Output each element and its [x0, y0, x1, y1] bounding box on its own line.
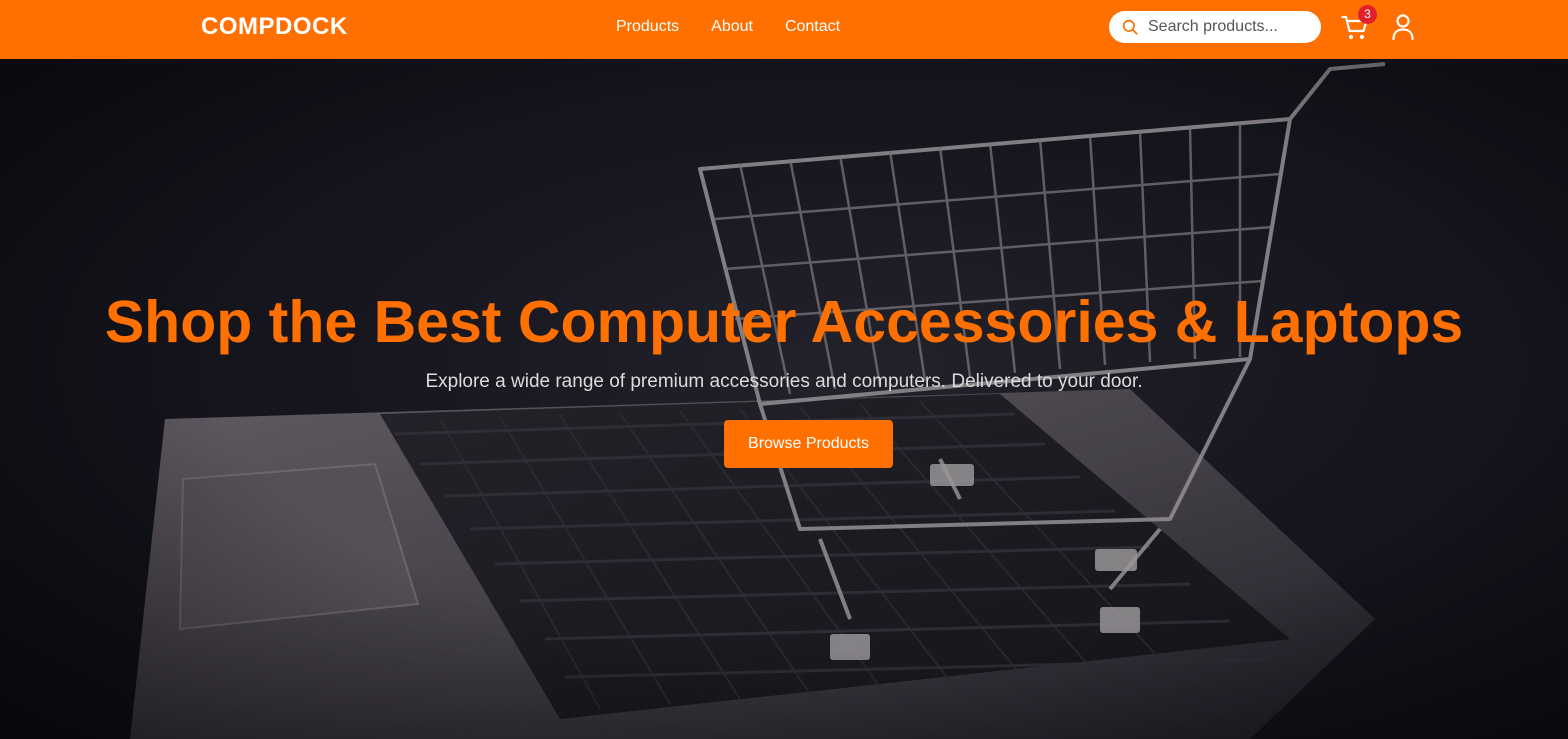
account-button[interactable] — [1391, 13, 1415, 41]
cart-button[interactable]: 3 — [1341, 5, 1377, 42]
browse-products-button[interactable]: Browse Products — [724, 420, 893, 468]
search-box — [1109, 11, 1321, 43]
main-nav: Products About Contact — [616, 17, 840, 37]
cart-count-badge: 3 — [1358, 5, 1377, 24]
nav-link-contact[interactable]: Contact — [785, 17, 840, 37]
hero-subtitle: Explore a wide range of premium accessor… — [425, 371, 1143, 392]
hero-section: Shop the Best Computer Accessories & Lap… — [0, 59, 1568, 739]
hero-title: Shop the Best Computer Accessories & Lap… — [104, 289, 1464, 355]
search-icon[interactable] — [1121, 18, 1139, 36]
search-input[interactable] — [1148, 11, 1313, 43]
hero-overlay — [0, 59, 1568, 739]
user-icon — [1392, 14, 1414, 41]
top-navbar: COMPDOCK Products About Contact 3 — [0, 0, 1568, 59]
nav-link-products[interactable]: Products — [616, 17, 679, 37]
nav-link-about[interactable]: About — [711, 17, 753, 37]
brand-logo[interactable]: COMPDOCK — [201, 13, 348, 41]
